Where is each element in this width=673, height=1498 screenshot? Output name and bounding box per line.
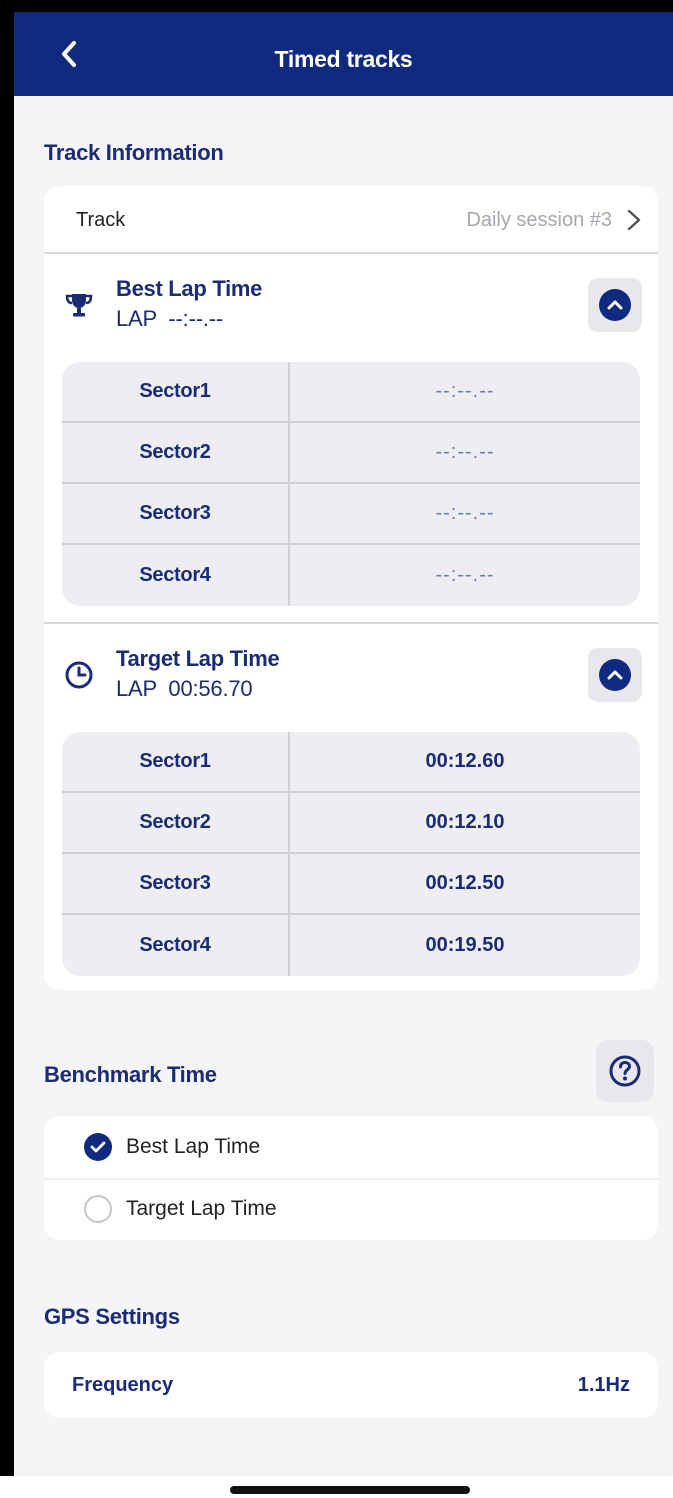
check-icon [90, 1141, 106, 1153]
table-row: Sector4 00:19.50 [62, 915, 640, 976]
sector-name: Sector2 [139, 811, 211, 833]
target-lap-title: Target Lap Time [116, 646, 280, 671]
target-lap-collapse-button[interactable] [588, 648, 642, 702]
table-row: Sector3 00:12.50 [62, 854, 640, 915]
table-row: Sector1 00:12.60 [62, 732, 640, 793]
sector-name: Sector3 [139, 502, 211, 524]
benchmark-heading: Benchmark Time [44, 1062, 217, 1087]
best-lap-title: Best Lap Time [116, 276, 263, 301]
sector-time: 00:12.10 [425, 811, 505, 833]
help-icon [609, 1055, 641, 1087]
best-lap-value: LAP --:--.-- [116, 306, 223, 331]
sector-time: 00:19.50 [425, 934, 505, 956]
divider [44, 622, 658, 624]
track-value: Daily session #3 [466, 208, 612, 231]
table-row: Sector4 --:--.-- [62, 545, 640, 606]
sector-time: --:--.-- [435, 564, 495, 586]
frequency-label: Frequency [72, 1373, 174, 1396]
main-content: Track Information Track Daily session #3… [14, 96, 673, 1476]
track-information-card: Track Daily session #3 Best Lap Time LAP… [44, 186, 658, 990]
back-button[interactable] [54, 36, 84, 72]
table-row: Sector2 --:--.-- [62, 423, 640, 484]
sector-name: Sector1 [139, 750, 211, 772]
best-lap-sector-table: Sector1 --:--.-- Sector2 --:--.-- Sector… [62, 362, 640, 606]
sector-time: --:--.-- [435, 502, 495, 524]
clock-icon [65, 661, 93, 689]
home-indicator[interactable] [230, 1486, 470, 1494]
chevron-right-icon [627, 209, 641, 231]
frequency-value: 1.1Hz [577, 1373, 630, 1396]
divider [44, 252, 658, 254]
sector-time: 00:12.50 [425, 872, 505, 894]
benchmark-card: Best Lap Time Target Lap Time [44, 1116, 658, 1240]
trophy-icon [65, 294, 93, 317]
sector-name: Sector4 [139, 564, 211, 586]
back-chevron-icon [62, 41, 76, 67]
benchmark-option-best[interactable]: Best Lap Time [44, 1116, 658, 1178]
gps-settings-heading: GPS Settings [44, 1304, 180, 1329]
table-row: Sector1 --:--.-- [62, 362, 640, 423]
target-lap-value: LAP 00:56.70 [116, 676, 253, 701]
sector-name: Sector3 [139, 872, 211, 894]
option-label: Target Lap Time [126, 1197, 277, 1220]
radio-checked[interactable] [84, 1133, 112, 1161]
table-row: Sector3 --:--.-- [62, 484, 640, 545]
gps-card: Frequency 1.1Hz [44, 1352, 658, 1418]
sector-time: 00:12.60 [425, 750, 505, 772]
sector-time: --:--.-- [435, 441, 495, 463]
collapse-up-icon [607, 300, 623, 310]
help-button[interactable] [596, 1040, 654, 1102]
benchmark-option-target[interactable]: Target Lap Time [44, 1178, 658, 1240]
collapse-up-icon [607, 670, 623, 680]
radio-unchecked[interactable] [84, 1195, 112, 1223]
sector-name: Sector2 [139, 441, 211, 463]
app-header: Timed tracks [14, 12, 673, 96]
page-title: Timed tracks [274, 46, 413, 72]
track-label: Track [76, 208, 126, 231]
sector-name: Sector1 [139, 380, 211, 402]
target-lap-header: Target Lap Time LAP 00:56.70 [44, 646, 658, 720]
best-lap-collapse-button[interactable] [588, 278, 642, 332]
table-row: Sector2 00:12.10 [62, 793, 640, 854]
sector-time: --:--.-- [435, 380, 495, 402]
target-lap-sector-table: Sector1 00:12.60 Sector2 00:12.10 Sector… [62, 732, 640, 976]
best-lap-header: Best Lap Time LAP --:--.-- [44, 276, 658, 350]
track-row[interactable]: Track Daily session #3 [44, 186, 658, 254]
track-information-heading: Track Information [44, 140, 224, 165]
option-label: Best Lap Time [126, 1135, 261, 1158]
sector-name: Sector4 [139, 934, 211, 956]
status-bar [0, 0, 673, 12]
frequency-row[interactable]: Frequency 1.1Hz [44, 1352, 658, 1418]
